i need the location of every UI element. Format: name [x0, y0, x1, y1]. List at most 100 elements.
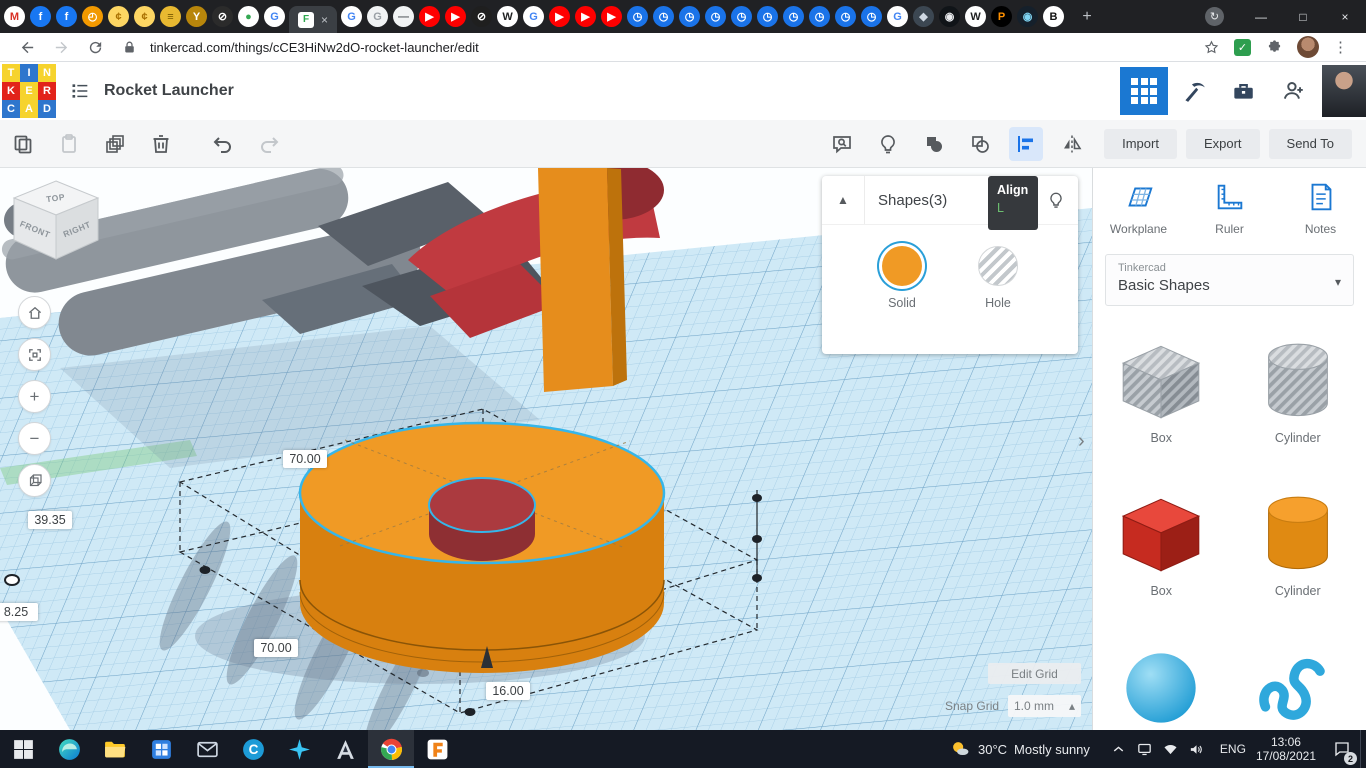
pinned-tab[interactable]: f: [56, 6, 77, 27]
ruler-tool[interactable]: Ruler: [1187, 180, 1273, 236]
pinned-tab[interactable]: ◷: [783, 6, 805, 27]
pinned-tab[interactable]: ●: [238, 6, 259, 27]
pinned-tab[interactable]: ▶: [601, 6, 623, 27]
solid-swatch[interactable]: [882, 246, 922, 286]
active-tab[interactable]: F ×: [289, 6, 338, 33]
window-maximize-button[interactable]: □: [1282, 0, 1324, 33]
solid-option[interactable]: Solid: [857, 246, 947, 310]
hints-bulb-icon[interactable]: [871, 127, 905, 161]
duplicate-icon[interactable]: [98, 127, 132, 161]
workplane-tool[interactable]: Workplane: [1096, 180, 1182, 236]
extension-check-icon[interactable]: ✓: [1234, 38, 1251, 56]
fit-view-button[interactable]: [18, 338, 51, 371]
sidebar-collapse-icon[interactable]: ›: [1078, 430, 1085, 453]
dashboard-grid-button[interactable]: [1120, 67, 1168, 115]
panel-collapse-icon[interactable]: ▲: [822, 176, 865, 224]
taskbar-app-chrome[interactable]: [368, 730, 414, 768]
pinned-tab[interactable]: ▶: [419, 6, 441, 27]
edit-grid-button[interactable]: Edit Grid: [988, 663, 1081, 684]
reload-icon[interactable]: [83, 35, 107, 59]
pinned-tab[interactable]: ▶: [575, 6, 597, 27]
view-cube[interactable]: TOP FRONT RIGHT: [8, 176, 104, 264]
copy-icon[interactable]: [6, 127, 40, 161]
pinned-tab[interactable]: ≡: [160, 6, 181, 27]
dimension-top-height[interactable]: 8.25: [0, 603, 38, 621]
pinned-tab[interactable]: ◷: [809, 6, 831, 27]
design-title[interactable]: Rocket Launcher: [104, 82, 234, 100]
pinned-tab[interactable]: ◷: [757, 6, 779, 27]
export-button[interactable]: Export: [1185, 128, 1260, 159]
pinned-tab[interactable]: G: [264, 6, 285, 27]
dimension-depth[interactable]: 39.35: [28, 511, 72, 529]
taskbar-app-edge[interactable]: [46, 730, 92, 768]
delete-icon[interactable]: [144, 127, 178, 161]
ungroup-icon[interactable]: [963, 127, 997, 161]
bookmark-star-icon[interactable]: [1199, 35, 1223, 59]
pinned-tab[interactable]: P: [991, 6, 1013, 27]
shape-library-dropdown[interactable]: Tinkercad Basic Shapes ▾: [1105, 254, 1354, 306]
dimension-width[interactable]: 70.00: [283, 450, 327, 468]
pinned-tab[interactable]: G: [367, 6, 389, 27]
disc-model[interactable]: [298, 421, 666, 673]
tray-chevron-icon[interactable]: [1106, 741, 1132, 758]
pinned-tab[interactable]: ◷: [861, 6, 883, 27]
snap-grid-dropdown[interactable]: 1.0 mm ▴: [1008, 695, 1081, 717]
pinned-tab[interactable]: ◷: [835, 6, 857, 27]
comment-search-icon[interactable]: [825, 127, 859, 161]
pinned-tab[interactable]: G: [887, 6, 909, 27]
pinned-tab[interactable]: M: [4, 6, 25, 27]
group-icon[interactable]: [917, 127, 951, 161]
pinned-tab[interactable]: ◉: [1017, 6, 1039, 27]
new-tab-button[interactable]: +: [1076, 8, 1098, 26]
shape-item-box[interactable]: Box: [1113, 340, 1209, 493]
pinned-tab[interactable]: ◷: [653, 6, 675, 27]
redo-icon[interactable]: [252, 127, 286, 161]
pinned-tab[interactable]: W: [497, 6, 519, 27]
minecraft-pickaxe-icon[interactable]: [1168, 67, 1218, 115]
pinned-tab[interactable]: Y: [186, 6, 207, 27]
undo-icon[interactable]: [206, 127, 240, 161]
hole-option[interactable]: Hole: [953, 246, 1043, 310]
browser-profile-avatar[interactable]: [1297, 36, 1319, 58]
forward-icon[interactable]: [49, 35, 73, 59]
pinned-tab[interactable]: ⊘: [471, 6, 493, 27]
toolbox-icon[interactable]: [1218, 67, 1268, 115]
home-view-button[interactable]: [18, 296, 51, 329]
design-menu-icon[interactable]: [70, 81, 90, 101]
zoom-out-button[interactable]: −: [18, 422, 51, 455]
taskbar-app-cad[interactable]: [322, 730, 368, 768]
pinned-tab[interactable]: ◉: [939, 6, 961, 27]
tab-close-icon[interactable]: ×: [321, 13, 328, 27]
taskbar-app-tile[interactable]: [138, 730, 184, 768]
shape-item-scribble[interactable]: [1250, 646, 1346, 730]
language-indicator[interactable]: ENG: [1220, 742, 1246, 756]
send-to-button[interactable]: Send To: [1268, 128, 1352, 159]
taskbar-app-explorer[interactable]: [92, 730, 138, 768]
pinned-tab[interactable]: ▶: [549, 6, 571, 27]
pinned-tab[interactable]: W: [965, 6, 987, 27]
pinned-tab[interactable]: ◷: [731, 6, 753, 27]
weather-widget[interactable]: 30°C Mostly sunny: [949, 738, 1090, 760]
extensions-puzzle-icon[interactable]: [1262, 35, 1286, 59]
pinned-tab[interactable]: G: [341, 6, 363, 27]
dimension-height[interactable]: 16.00: [486, 682, 530, 700]
pinned-tab[interactable]: ◷: [705, 6, 727, 27]
panel-bulb-icon[interactable]: [1046, 190, 1066, 210]
column-model[interactable]: [538, 168, 627, 392]
tinkercad-logo[interactable]: TINKERCAD: [2, 64, 56, 118]
lock-icon[interactable]: [117, 35, 141, 59]
shape-item-cylinder[interactable]: Cylinder: [1250, 493, 1346, 646]
paste-icon[interactable]: [52, 127, 86, 161]
show-desktop-button[interactable]: [1360, 730, 1366, 768]
pinned-tab[interactable]: ▶: [445, 6, 467, 27]
window-close-button[interactable]: ×: [1324, 0, 1366, 33]
taskbar-app-mail[interactable]: [184, 730, 230, 768]
tray-network-icon[interactable]: [1158, 741, 1184, 758]
invite-person-icon[interactable]: [1268, 67, 1318, 115]
shape-item-sphere[interactable]: [1113, 646, 1209, 730]
pinned-tab[interactable]: —: [393, 6, 415, 27]
window-minimize-button[interactable]: —: [1240, 0, 1282, 33]
pinned-tab[interactable]: ◴: [82, 6, 103, 27]
taskbar-app-start[interactable]: [0, 730, 46, 768]
pinned-tab[interactable]: f: [30, 6, 51, 27]
